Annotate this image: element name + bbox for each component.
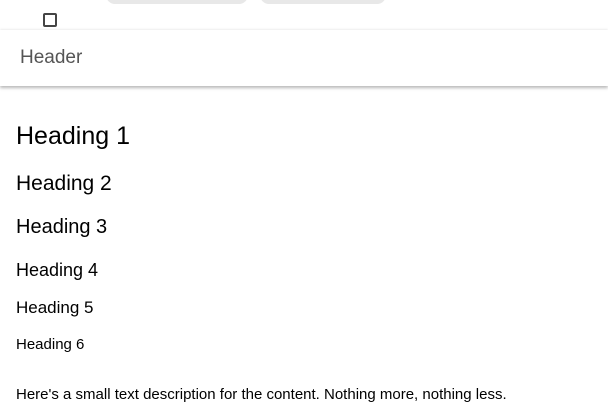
heading-6: Heading 6 <box>16 336 85 353</box>
heading-5: Heading 5 <box>16 298 94 317</box>
tab-pill[interactable] <box>106 0 248 4</box>
top-toolbar <box>0 0 608 30</box>
app-header: Header <box>0 30 608 86</box>
content-description: Here's a small text description for the … <box>16 386 507 403</box>
tab-pill[interactable] <box>260 0 386 4</box>
checkbox[interactable] <box>43 13 57 27</box>
heading-3: Heading 3 <box>16 216 108 238</box>
heading-2: Heading 2 <box>16 172 112 195</box>
heading-4: Heading 4 <box>16 260 99 280</box>
header-title: Header <box>20 47 83 68</box>
heading-1: Heading 1 <box>16 122 130 150</box>
